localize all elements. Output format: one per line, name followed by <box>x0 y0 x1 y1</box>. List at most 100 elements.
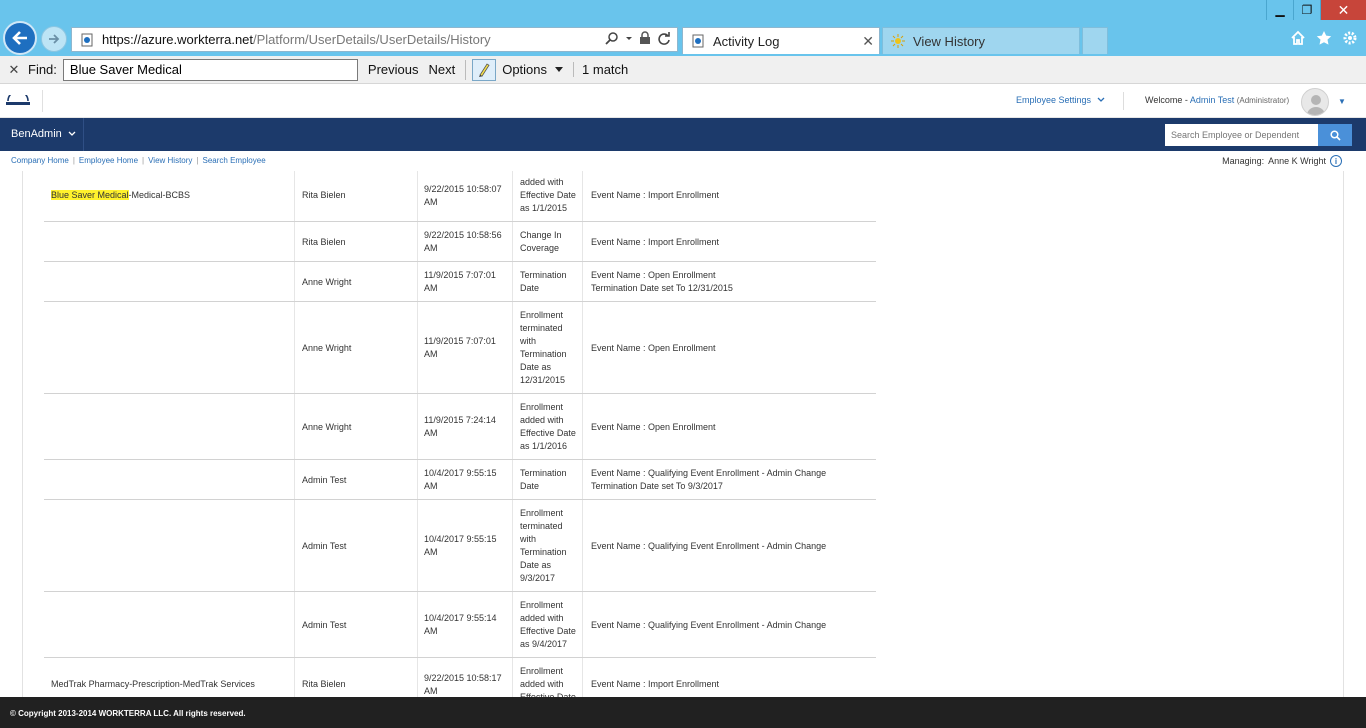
column-divider <box>582 592 583 657</box>
date-cell-line: AM <box>424 481 438 491</box>
home-icon[interactable] <box>1290 30 1306 46</box>
date-cell-line: AM <box>424 197 438 207</box>
user-silhouette-icon <box>1307 95 1325 115</box>
column-divider <box>294 500 295 591</box>
settings-gear-icon[interactable] <box>1342 30 1358 46</box>
notes-cell-line: Termination Date set To 9/3/2017 <box>591 481 723 491</box>
breadcrumb-search-employee[interactable]: Search Employee <box>203 156 266 165</box>
employee-search-input[interactable] <box>1165 124 1318 146</box>
lock-icon[interactable] <box>639 31 651 45</box>
notes-cell-line: Event Name : Open Enrollment <box>591 343 716 353</box>
notes-cell-line: Event Name : Import Enrollment <box>591 679 720 689</box>
notes-cell: Event Name : Open Enrollment <box>591 342 716 355</box>
find-match-highlight: Blue Saver Medical <box>51 190 129 200</box>
search-icon[interactable] <box>605 31 619 45</box>
address-bar[interactable]: https://azure.workterra.net/Platform/Use… <box>71 27 678 52</box>
column-divider <box>582 460 583 499</box>
description-cell-line: with <box>520 336 537 346</box>
main-content: Blue Saver Medical-Medical-BCBS Rita Biel… <box>0 171 1366 697</box>
refresh-icon[interactable] <box>657 31 671 45</box>
column-divider <box>512 500 513 591</box>
close-window-button[interactable]: ✕ <box>1320 0 1366 20</box>
notes-cell-line: Event Name : Import Enrollment <box>591 190 720 200</box>
breadcrumb-separator: | <box>196 156 199 165</box>
breadcrumb-company-home[interactable]: Company Home <box>11 156 69 165</box>
copyright-text: © Copyright 2013-2014 WORKTERRA LLC. All… <box>10 709 246 718</box>
table-row: Admin Test 10/4/2017 9:55:15 AM Enrollment t… <box>44 500 876 592</box>
breadcrumb-separator: | <box>72 156 75 165</box>
new-tab-button[interactable] <box>1082 27 1108 54</box>
date-cell-line: 10/4/2017 9:55:15 <box>424 468 497 478</box>
date-cell-line: AM <box>424 283 438 293</box>
column-divider <box>582 394 583 459</box>
date-cell-line: 9/22/2015 10:58:56 <box>424 230 502 240</box>
column-divider <box>294 302 295 393</box>
description-cell-line: Enrollment <box>520 666 564 676</box>
employee-search-button[interactable] <box>1318 124 1352 146</box>
breadcrumb-view-history[interactable]: View History <box>148 156 192 165</box>
date-cell-line: AM <box>424 243 438 253</box>
column-divider <box>512 460 513 499</box>
find-next-button[interactable]: Next <box>428 62 455 77</box>
find-close-button[interactable]: ✕ <box>0 62 28 78</box>
description-cell-line: Effective Date <box>520 190 576 200</box>
notes-cell: Event Name : Qualifying Event Enrollment… <box>591 540 826 553</box>
description-cell-line: added with <box>520 415 564 425</box>
user-menu-caret-icon[interactable]: ▼ <box>1338 97 1346 106</box>
welcome-prefix: Welcome - <box>1145 95 1188 105</box>
date-cell-line: AM <box>424 349 438 359</box>
date-cell-line: AM <box>424 626 438 636</box>
find-previous-button[interactable]: Previous <box>368 62 419 77</box>
tab-view-history[interactable]: View History <box>882 27 1080 54</box>
info-icon[interactable]: i <box>1330 155 1342 167</box>
description-cell-line: added with <box>520 679 564 689</box>
column-divider <box>512 262 513 301</box>
product-menu[interactable]: BenAdmin <box>11 128 76 140</box>
employee-settings-menu[interactable]: Employee Settings <box>1016 95 1105 105</box>
divider <box>1123 92 1124 110</box>
column-divider <box>582 222 583 261</box>
date-cell: 10/4/2017 9:55:15 AM <box>424 467 508 493</box>
column-divider <box>512 592 513 657</box>
highlight-matches-button[interactable] <box>472 58 497 81</box>
forward-button[interactable] <box>41 26 67 52</box>
column-divider <box>417 500 418 591</box>
user-name-link[interactable]: Admin Test <box>1190 95 1234 105</box>
breadcrumb-employee-home[interactable]: Employee Home <box>79 156 138 165</box>
tab-activity-log[interactable]: Activity Log ✕ <box>682 27 880 54</box>
description-cell: Termination Date <box>520 269 580 295</box>
column-divider <box>582 262 583 301</box>
find-options-button[interactable]: Options <box>502 62 564 77</box>
changed-by-cell: Anne Wright <box>302 277 352 287</box>
window-controls: ▁ ❐ ✕ <box>1266 0 1366 20</box>
table-row: Blue Saver Medical-Medical-BCBS Rita Biel… <box>44 171 876 222</box>
notes-cell-line: Event Name : Open Enrollment <box>591 270 716 280</box>
close-tab-icon[interactable]: ✕ <box>862 33 874 50</box>
back-button[interactable] <box>3 21 37 55</box>
date-cell-line: AM <box>424 547 438 557</box>
find-input[interactable] <box>62 58 358 81</box>
favorites-star-icon[interactable] <box>1316 30 1332 46</box>
minimize-button[interactable]: ▁ <box>1266 0 1293 20</box>
changed-by-cell: Rita Bielen <box>302 190 346 200</box>
description-cell-line: as 1/1/2016 <box>520 441 568 451</box>
description-cell-line: Date as <box>520 362 552 372</box>
avatar[interactable] <box>1301 88 1329 116</box>
notes-cell-line: Event Name : Open Enrollment <box>591 422 716 432</box>
column-divider <box>294 460 295 499</box>
column-divider <box>294 394 295 459</box>
column-divider <box>294 592 295 657</box>
description-cell-line: Enrollment <box>520 310 564 320</box>
dropdown-caret-icon[interactable] <box>625 31 633 45</box>
column-divider <box>512 302 513 393</box>
table-row: Anne Wright 11/9/2015 7:07:01 AM Enrollment… <box>44 302 876 394</box>
loading-sun-icon <box>891 34 905 48</box>
highlighter-pen-icon <box>479 62 490 77</box>
column-divider <box>512 222 513 261</box>
column-divider <box>294 222 295 261</box>
restore-button[interactable]: ❐ <box>1293 0 1320 20</box>
table-row: Anne Wright 11/9/2015 7:24:14 AM Enrollment… <box>44 394 876 460</box>
company-logo-icon[interactable] <box>4 95 32 107</box>
column-divider <box>417 222 418 261</box>
column-divider <box>417 302 418 393</box>
